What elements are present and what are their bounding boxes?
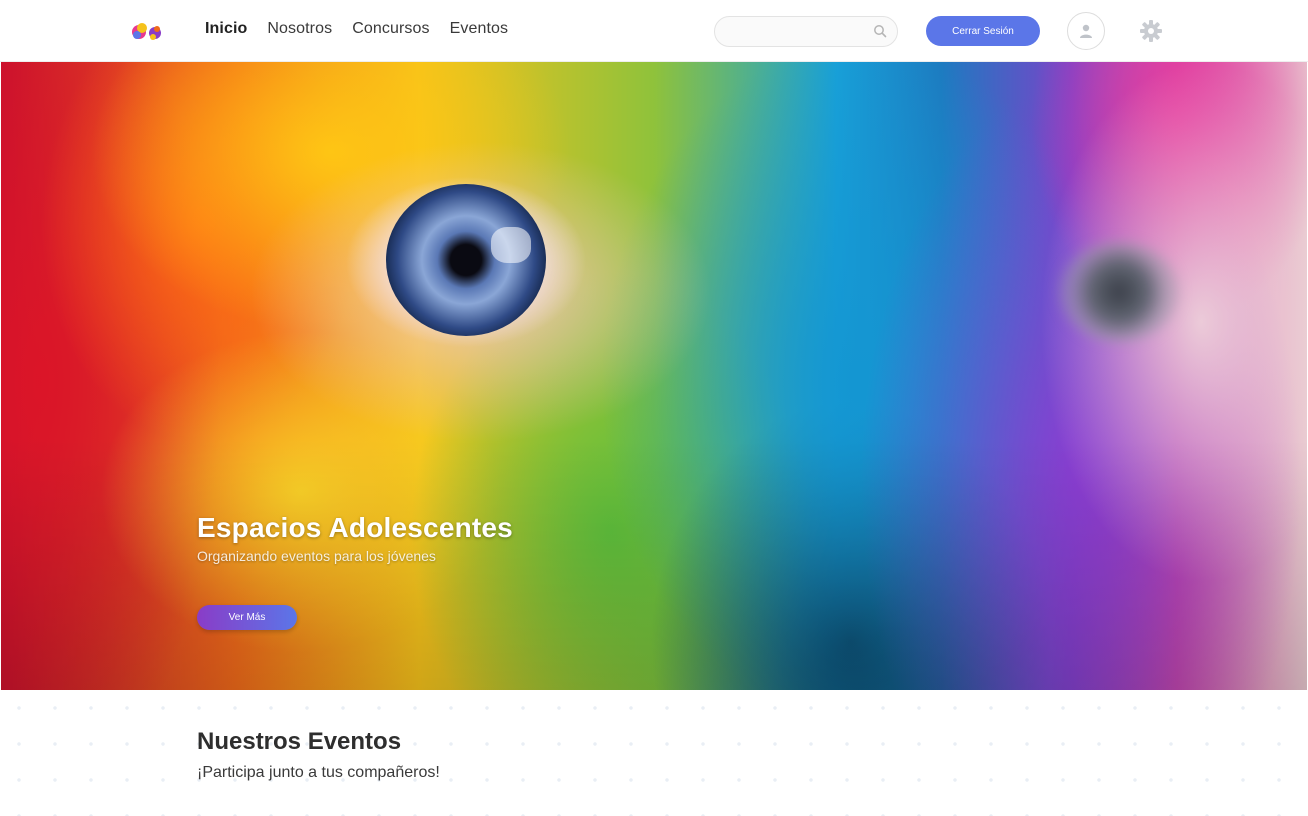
logo-icon[interactable] [129, 18, 167, 44]
user-icon [1080, 24, 1092, 38]
events-subtitle: ¡Participa junto a tus compañeros! [197, 764, 440, 781]
events-section: Nuestros Eventos ¡Participa junto a tus … [1, 690, 1307, 816]
hero-overlay [1, 62, 1307, 690]
search-icon[interactable] [873, 24, 887, 38]
main-nav: Inicio Nosotros Concursos Eventos [205, 20, 508, 38]
logout-button[interactable]: Cerrar Sesión [926, 16, 1040, 46]
nav-link-eventos[interactable]: Eventos [450, 20, 509, 38]
hero-banner: Espacios Adolescentes Organizando evento… [1, 62, 1307, 690]
events-title: Nuestros Eventos [197, 728, 402, 755]
hero-subtitle: Organizando eventos para los jóvenes [197, 548, 436, 564]
hero-title: Espacios Adolescentes [197, 512, 513, 543]
nav-link-nosotros[interactable]: Nosotros [267, 20, 332, 38]
search-box [714, 16, 898, 47]
see-more-button[interactable]: Ver Más [197, 605, 297, 630]
gear-icon[interactable] [1139, 19, 1163, 43]
search-input[interactable] [727, 17, 877, 46]
nav-link-inicio[interactable]: Inicio [205, 20, 247, 38]
nav-link-concursos[interactable]: Concursos [352, 20, 429, 38]
user-avatar[interactable] [1067, 12, 1105, 50]
navbar: Inicio Nosotros Concursos Eventos Cerrar… [0, 0, 1308, 62]
